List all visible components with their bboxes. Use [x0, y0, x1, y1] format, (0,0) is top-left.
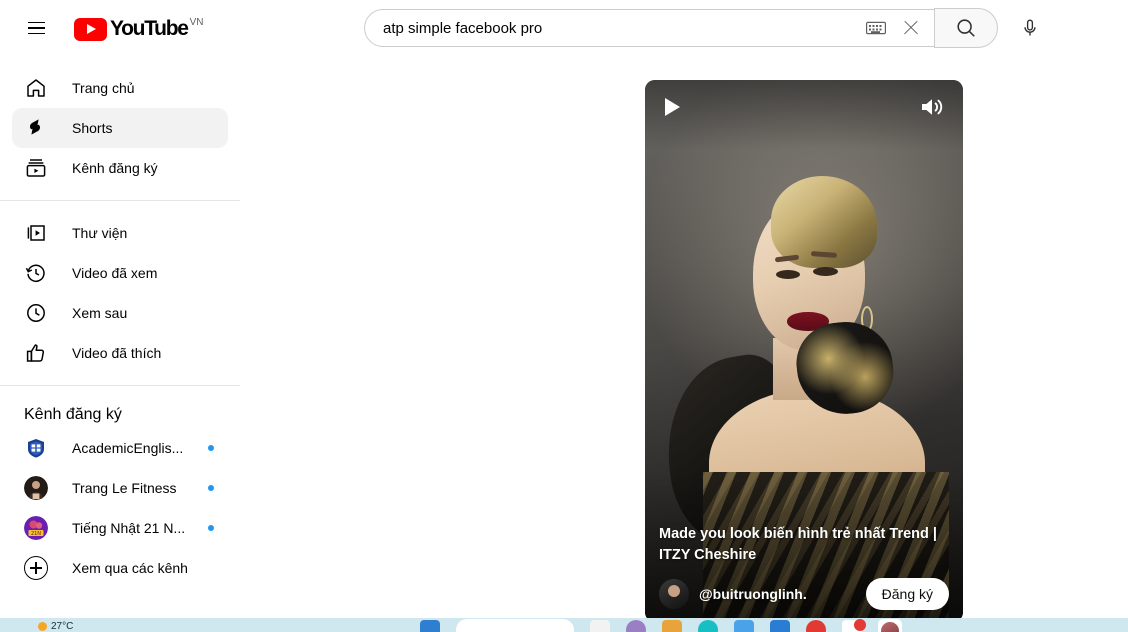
close-x-icon[interactable]	[900, 17, 922, 39]
volume-on-icon[interactable]	[919, 95, 945, 119]
sun-icon	[38, 622, 47, 631]
shorts-main-area: Made you look biến hình trẻ nhất Trend |…	[240, 56, 1128, 618]
profile-icon[interactable]	[878, 619, 902, 632]
play-triangle-icon[interactable]	[663, 96, 683, 118]
sidebar-browse-channels[interactable]: Xem qua các kênh	[12, 548, 228, 588]
sidebar-item-label: Shorts	[72, 120, 113, 136]
svg-text:21N: 21N	[31, 531, 41, 537]
subscription-label: AcademicEnglis...	[72, 440, 184, 456]
sidebar-divider-2	[0, 385, 240, 386]
hamburger-menu-icon[interactable]	[16, 8, 56, 48]
sidebar-subscription-tieng-nhat[interactable]: 21N Tiếng Nhật 21 N...	[12, 508, 228, 548]
search-submit-button[interactable]	[934, 8, 998, 48]
video-title: Made you look biến hình trẻ nhất Trend |…	[659, 526, 937, 563]
history-icon	[24, 261, 48, 285]
new-content-dot	[208, 525, 214, 531]
video-top-controls	[645, 92, 963, 122]
search-box[interactable]	[364, 9, 934, 47]
microphone-icon	[1024, 19, 1036, 36]
thumbs-up-icon	[24, 341, 48, 365]
video-metadata-overlay: Made you look biến hình trẻ nhất Trend |…	[645, 524, 963, 618]
weather-temperature: 27°C	[51, 621, 74, 632]
shorts-video-player[interactable]: Made you look biến hình trẻ nhất Trend |…	[645, 80, 963, 618]
subscription-label: Trang Le Fitness	[72, 480, 177, 496]
shorts-icon	[24, 116, 48, 140]
shield-avatar	[24, 436, 48, 460]
notify-icon[interactable]	[842, 619, 866, 632]
youtube-play-logo-icon	[74, 17, 107, 41]
app-purple-icon[interactable]	[626, 620, 646, 632]
taskbar-search-pill[interactable]	[456, 619, 574, 632]
youtube-logo-text: YouTube	[110, 16, 189, 40]
taskbar-icon-strip	[420, 618, 902, 632]
sidebar-subscription-trang-le-fitness[interactable]: Trang Le Fitness	[12, 468, 228, 508]
country-code: VN	[189, 16, 204, 28]
purple-avatar: 21N	[24, 516, 48, 540]
task-view-icon[interactable]	[420, 620, 440, 632]
folder-icon[interactable]	[662, 620, 682, 632]
new-content-dot	[208, 445, 214, 451]
watch-later-clock-icon	[24, 301, 48, 325]
subscriptions-section-title: Kênh đăng ký	[24, 406, 122, 423]
keyboard-icon[interactable]	[866, 21, 886, 35]
home-icon	[24, 76, 48, 100]
search-area	[364, 8, 1050, 48]
sidebar-item-watch-later[interactable]: Xem sau	[12, 293, 228, 333]
sidebar-item-liked-videos[interactable]: Video đã thích	[12, 333, 228, 373]
screen: YouTube VN atp simple facebook pro Trang…	[0, 0, 1128, 632]
sidebar-item-history[interactable]: Video đã xem	[12, 253, 228, 293]
search-magnifier-icon	[957, 19, 975, 37]
sidebar-item-label: Trang chủ	[72, 80, 135, 96]
sidebar-item-shorts[interactable]: Shorts	[12, 108, 228, 148]
file-explorer-icon[interactable]	[590, 620, 610, 632]
taskbar-weather-widget[interactable]: 27°C	[38, 621, 73, 632]
photo-avatar	[24, 476, 48, 500]
sidebar-subscription-academicenglish[interactable]: AcademicEnglis...	[12, 428, 228, 468]
subscribe-button[interactable]: Đăng ký	[865, 578, 949, 610]
subscriptions-icon	[24, 156, 48, 180]
word-icon[interactable]	[770, 620, 790, 632]
channel-handle[interactable]: @buitruonglinh.	[699, 586, 807, 602]
search-input[interactable]	[383, 19, 866, 37]
sidebar-item-label: Thư viện	[72, 225, 128, 241]
new-content-dot	[208, 485, 214, 491]
sidebar-item-label: Video đã xem	[72, 265, 158, 281]
app-blue-icon[interactable]	[734, 620, 754, 632]
sidebar-item-label: Video đã thích	[72, 345, 162, 361]
youtube-logo[interactable]: YouTube VN	[74, 16, 204, 41]
channel-avatar[interactable]	[659, 579, 689, 609]
app-red-icon[interactable]	[806, 620, 826, 632]
sidebar-item-label: Kênh đăng ký	[72, 160, 158, 176]
library-icon	[24, 221, 48, 245]
subscription-label: Tiếng Nhật 21 N...	[72, 520, 186, 536]
masthead-left: YouTube VN	[0, 8, 204, 48]
plus-circle-icon	[24, 556, 48, 580]
sidebar-divider	[0, 200, 240, 201]
sidebar-item-library[interactable]: Thư viện	[12, 213, 228, 253]
browse-channels-label: Xem qua các kênh	[72, 560, 188, 576]
voice-search-button[interactable]	[1010, 8, 1050, 48]
sidebar-item-home[interactable]: Trang chủ	[12, 68, 228, 108]
sidebar-item-label: Xem sau	[72, 305, 128, 321]
sidebar-item-subscriptions[interactable]: Kênh đăng ký	[12, 148, 228, 188]
browser-content: YouTube VN atp simple facebook pro Trang…	[0, 0, 1128, 618]
browser-icon[interactable]	[698, 620, 718, 632]
windows-taskbar: 27°C	[0, 618, 1128, 632]
sidebar: Trang chủ Shorts Kênh đăng ký Thư viện V…	[0, 56, 240, 618]
youtube-masthead: YouTube VN	[0, 0, 1128, 56]
video-channel-row: @buitruonglinh. Đăng ký	[659, 578, 949, 610]
